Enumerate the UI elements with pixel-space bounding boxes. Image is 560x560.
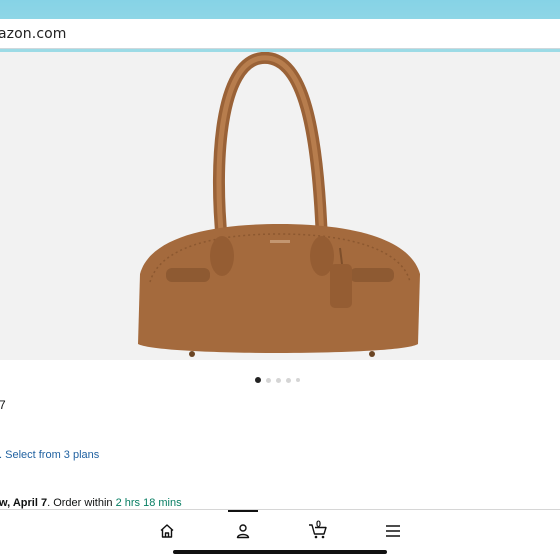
product-image[interactable] (0, 52, 560, 360)
nav-account-button[interactable] (228, 520, 258, 542)
nav-home-button[interactable] (152, 520, 182, 542)
delivery-order-within: . Order within (47, 497, 116, 509)
handbag-image (138, 52, 420, 357)
carousel-dot-1[interactable] (255, 377, 261, 383)
cart-count-badge: 0 (316, 519, 322, 529)
nav-menu-button[interactable] (378, 520, 408, 542)
address-bar[interactable]: azon.com (0, 19, 560, 49)
url-text[interactable]: azon.com (0, 26, 67, 42)
carousel-dot-3[interactable] (276, 377, 281, 383)
home-indicator[interactable] (173, 550, 387, 554)
carousel-dot-2[interactable] (266, 377, 271, 383)
price-fragment: 7 (0, 398, 6, 412)
delivery-countdown: 2 hrs 18 mins (115, 497, 182, 509)
delivery-info: w, April 7. Order within 2 hrs 18 mins (0, 497, 182, 509)
protection-plans-link[interactable]: . Select from 3 plans (0, 449, 99, 461)
person-icon (236, 524, 250, 539)
active-tab-indicator (228, 510, 258, 512)
delivery-date: w, April 7 (0, 497, 48, 509)
menu-icon (386, 525, 400, 537)
home-icon (160, 524, 174, 538)
image-carousel-dots[interactable] (255, 377, 300, 383)
carousel-dot-5[interactable] (296, 378, 300, 382)
carousel-dot-4[interactable] (286, 377, 291, 383)
